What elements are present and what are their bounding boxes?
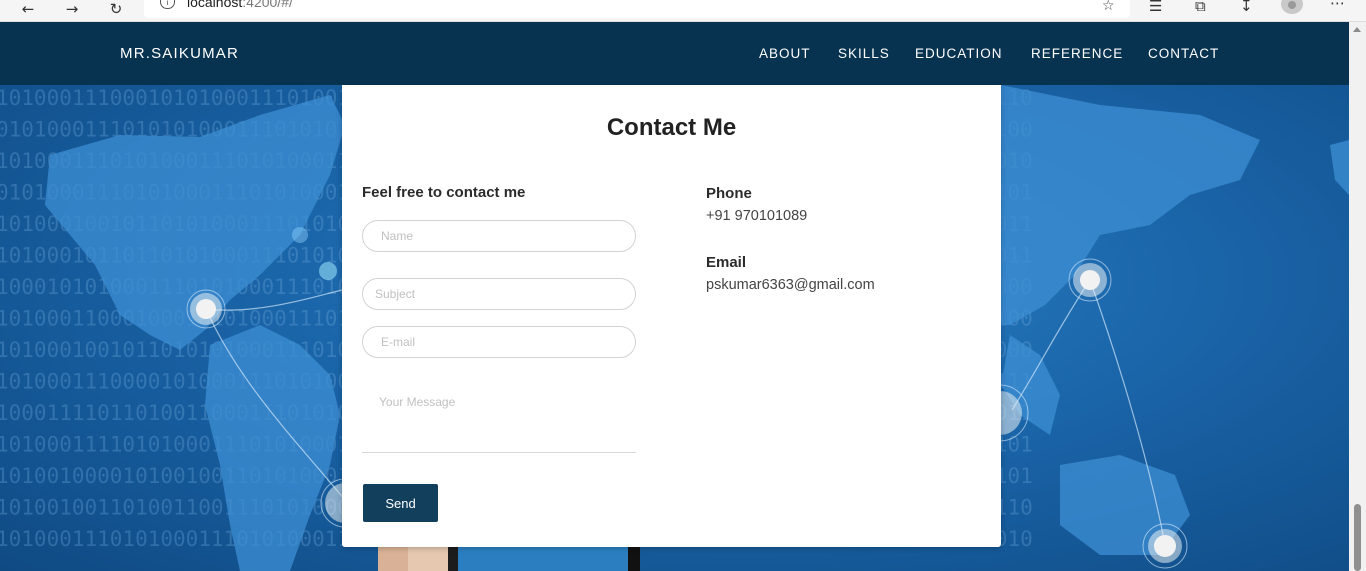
back-arrow-icon[interactable]: ← [17,0,39,18]
browser-toolbar: ← → ↻ i localhost:4200/#/ ☆ ☰ ⧉ ↧ ⋯ [0,0,1366,22]
email-input[interactable] [362,326,636,358]
message-textarea[interactable] [362,385,636,453]
phone-value: +91 970101089 [706,208,808,224]
profile-avatar[interactable] [1281,0,1303,14]
refresh-icon[interactable]: ↻ [105,0,127,18]
url-path: :4200/#/ [242,0,293,10]
form-heading: Feel free to contact me [362,184,526,201]
nav-education[interactable]: EDUCATION [915,22,1003,85]
nav-contact[interactable]: CONTACT [1148,22,1219,85]
forward-arrow-icon[interactable]: → [61,0,83,18]
favorites-icon[interactable]: ☰ [1149,0,1162,15]
email-label: Email [706,254,747,271]
subject-input[interactable] [362,278,636,310]
downloads-icon[interactable]: ↧ [1240,0,1253,15]
page-scrollbar[interactable] [1349,22,1366,571]
info-icon[interactable]: i [160,0,175,9]
profile-photo [378,547,640,571]
site-navbar: MR.SAIKUMAR ABOUT SKILLS EDUCATION REFER… [0,22,1349,85]
nav-skills[interactable]: SKILLS [838,22,890,85]
nav-about[interactable]: ABOUT [759,22,811,85]
nav-links: ABOUT SKILLS EDUCATION REFERENCE CONTACT [0,22,1349,85]
scroll-thumb[interactable] [1354,504,1361,571]
contact-card: Contact Me Feel free to contact me Send … [342,85,1001,547]
add-favorite-icon[interactable]: ☆ [1102,0,1115,14]
phone-label: Phone [706,185,752,202]
nav-reference[interactable]: REFERENCE [1031,22,1123,85]
page-title: Contact Me [606,114,737,141]
more-menu-icon[interactable]: ⋯ [1330,0,1346,12]
scroll-up-arrow-icon[interactable] [1353,27,1361,32]
send-button[interactable]: Send [363,484,438,522]
collections-icon[interactable]: ⧉ [1195,0,1206,15]
address-bar[interactable]: i localhost:4200/#/ ☆ [144,0,1130,18]
url-host: localhost [187,0,243,10]
name-input[interactable] [362,220,636,252]
email-value: pskumar6363@gmail.com [706,277,875,293]
url-text: localhost:4200/#/ [187,0,293,10]
